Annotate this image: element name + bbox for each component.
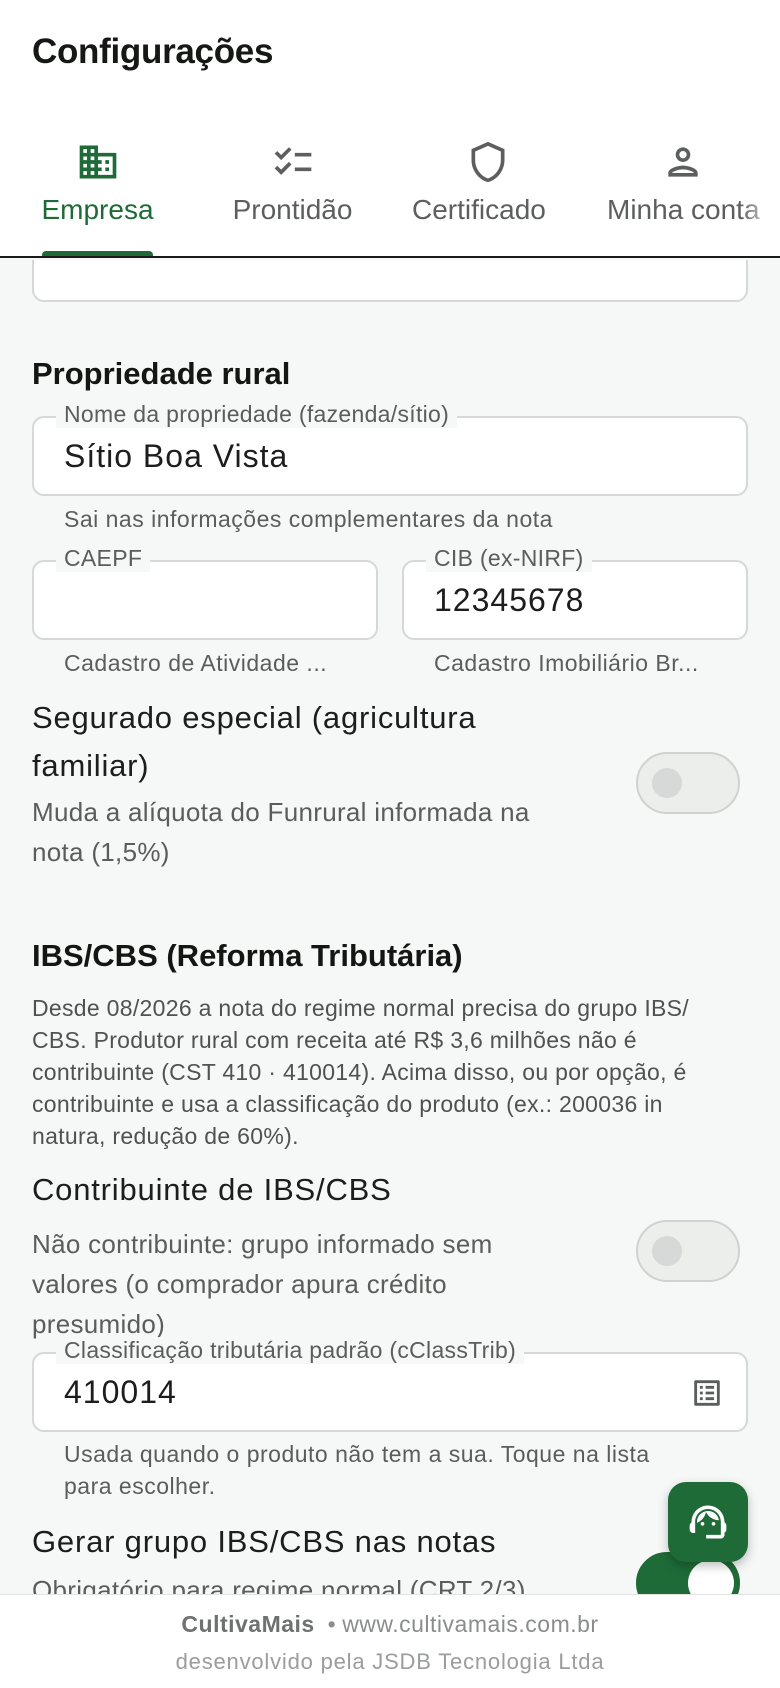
cib-label: CIB (ex-NIRF): [426, 545, 592, 572]
app-bar: Configurações Empresa Prontidão Certific…: [0, 0, 780, 258]
contribuinte-subtitle: Não contribuinte: grupo informado sem va…: [32, 1229, 493, 1339]
footer: CultivaMais • www.cultivamais.com.br dese…: [0, 1594, 780, 1688]
classtrib-value: 410014: [64, 1374, 177, 1410]
segurado-toggle[interactable]: [636, 752, 740, 814]
property-name-field[interactable]: Nome da propriedade (fazenda/sítio) Síti…: [32, 401, 748, 496]
contribuinte-toggle[interactable]: [636, 1220, 740, 1282]
settings-content[interactable]: Propriedade rural Nome da propriedade (f…: [0, 260, 780, 1594]
footer-separator: •: [327, 1611, 337, 1637]
caepf-field[interactable]: CAEPF: [32, 545, 378, 640]
shield-icon: [471, 141, 504, 183]
classtrib-label: Classificação tributária padrão (cClassT…: [56, 1337, 525, 1364]
segurado-title: Segurado especial (agricultura familiar): [32, 700, 477, 783]
toggle-knob: [688, 1560, 734, 1594]
tab-empresa-label: Empresa: [41, 194, 154, 225]
support-agent-icon: [689, 1505, 727, 1539]
tab-prontidao-label: Prontidão: [232, 194, 353, 225]
toggle-knob: [652, 1236, 682, 1266]
segurado-subtitle: Muda a alíquota do Funrural informada na…: [32, 797, 530, 867]
gerar-title: Gerar grupo IBS/CBS nas notas: [32, 1524, 497, 1559]
support-button[interactable]: [668, 1482, 748, 1562]
property-name-value: Sítio Boa Vista: [64, 438, 289, 474]
footer-url[interactable]: www.cultivamais.com.br: [342, 1611, 598, 1637]
contribuinte-title: Contribuinte de IBS/CBS: [32, 1172, 392, 1207]
gerar-subtitle: Obrigatório para regime normal (CRT 2/3): [32, 1575, 526, 1594]
tab-indicator: [42, 251, 153, 256]
tab-empresa[interactable]: Empresa: [0, 120, 195, 256]
property-name-helper: Sai nas informações complementares da no…: [64, 506, 553, 532]
list-icon[interactable]: [690, 1376, 724, 1410]
footer-brand: CultivaMais: [181, 1611, 315, 1637]
section-title-ibs: IBS/CBS (Reforma Tributária): [32, 938, 463, 973]
tab-prontidao[interactable]: Prontidão: [195, 120, 390, 256]
tab-minha-conta-label: Minha conta: [607, 194, 760, 225]
tab-certificado-label: Certificado: [412, 194, 546, 225]
property-name-label: Nome da propriedade (fazenda/sítio): [56, 401, 458, 428]
tab-certificado[interactable]: Certificado: [390, 120, 585, 256]
cib-helper: Cadastro Imobiliário Br...: [434, 650, 699, 676]
caepf-helper: Cadastro de Atividade ...: [64, 650, 328, 676]
footer-line: CultivaMais • www.cultivamais.com.br: [0, 1611, 780, 1638]
cib-value: 12345678: [434, 582, 585, 618]
building-icon: [79, 145, 116, 179]
classtrib-field[interactable]: Classificação tributária padrão (cClassT…: [32, 1337, 748, 1432]
section-title-rural: Propriedade rural: [32, 356, 291, 391]
page-title: Configurações: [32, 32, 274, 71]
ibs-description: Desde 08/2026 a nota do regime normal pr…: [32, 995, 689, 1149]
footer-developer: desenvolvido pela JSDB Tecnologia Ltda: [175, 1649, 605, 1674]
person-icon: [667, 147, 698, 177]
tab-minha-conta[interactable]: Minha conta: [585, 120, 780, 256]
toggle-knob: [652, 768, 682, 798]
cib-field[interactable]: CIB (ex-NIRF) 12345678: [402, 545, 748, 640]
checklist-icon: [274, 147, 311, 175]
classtrib-helper: Usada quando o produto não tem a sua. To…: [64, 1441, 650, 1499]
previous-field[interactable]: [32, 260, 748, 302]
caepf-label: CAEPF: [56, 545, 151, 572]
tab-bar: Empresa Prontidão Certificado Minha cont…: [0, 120, 780, 256]
